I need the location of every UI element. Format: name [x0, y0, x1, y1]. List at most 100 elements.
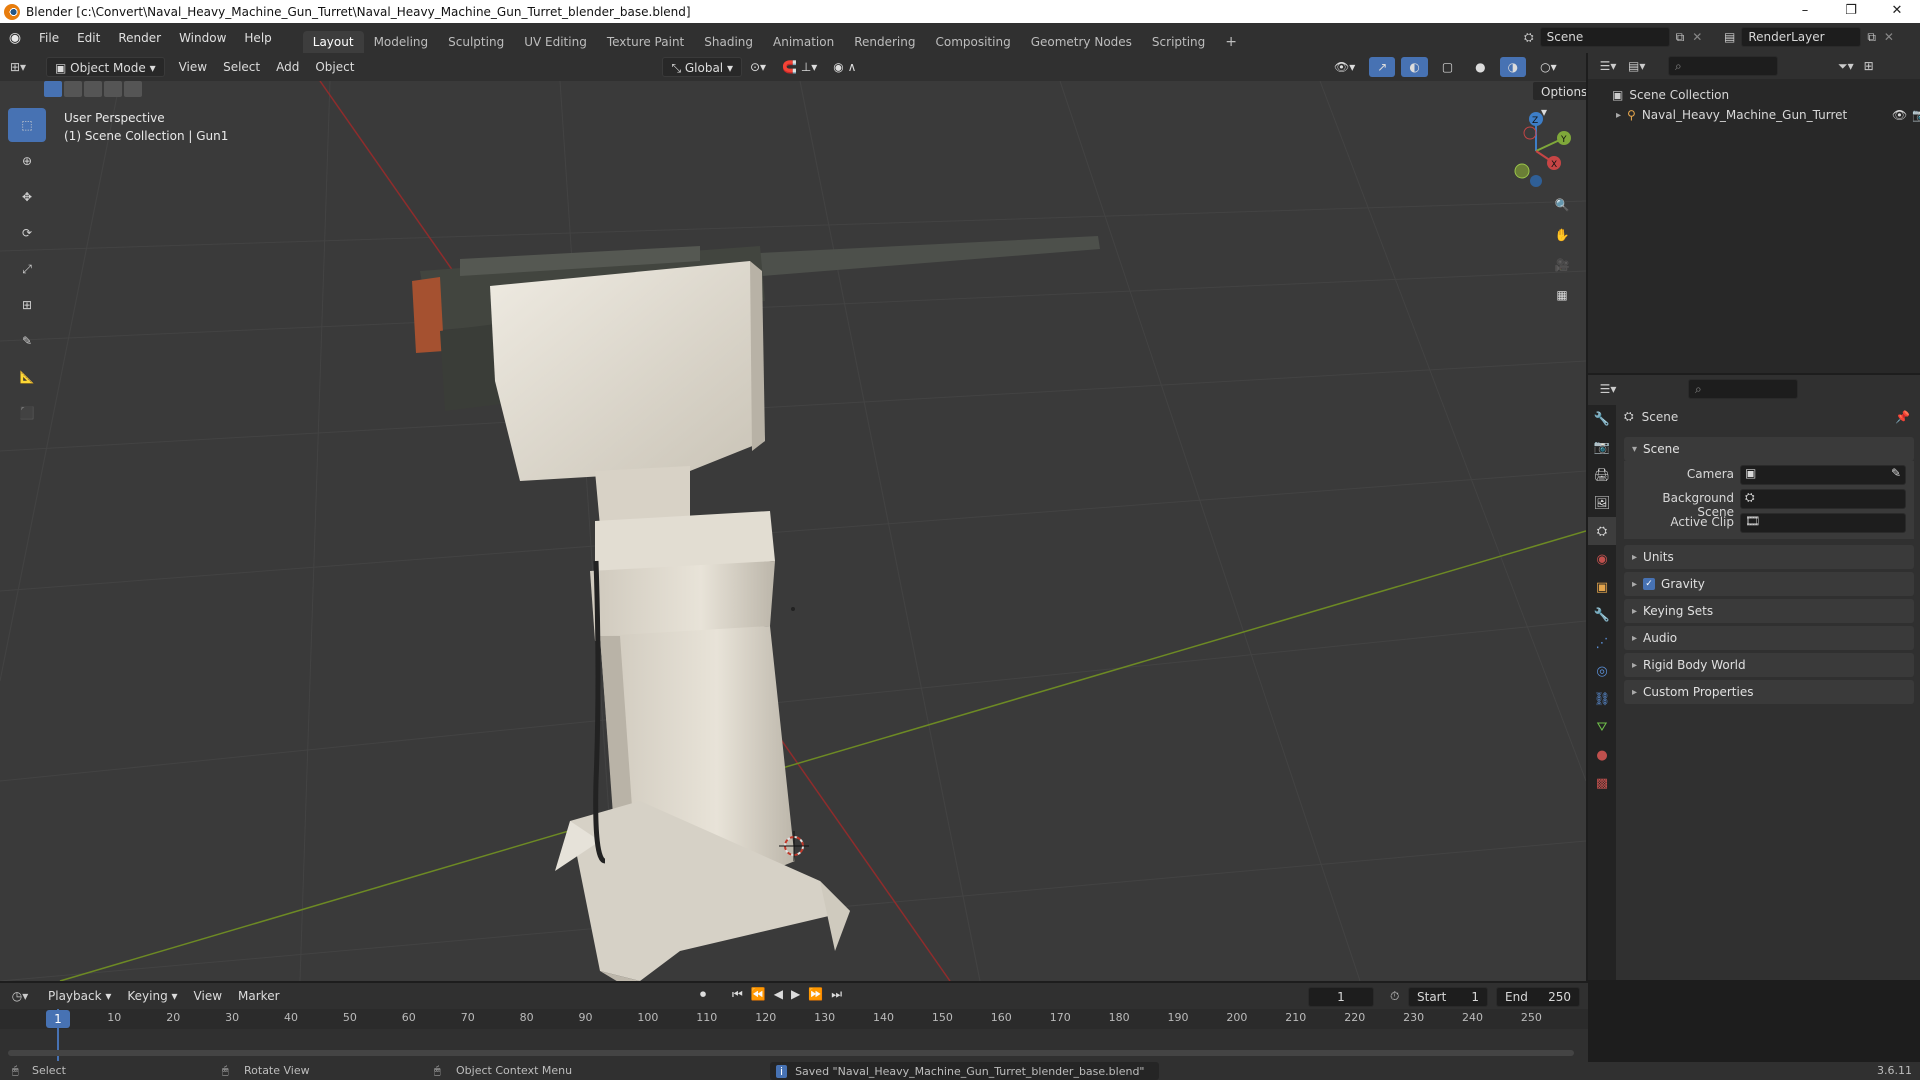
menu-timeline-view[interactable]: View [186, 986, 230, 1006]
options-dropdown[interactable]: Options ▾ [1532, 81, 1586, 119]
properties-editor-icon[interactable]: ☰▾ [1588, 382, 1628, 396]
select-intersect-icon[interactable] [124, 81, 142, 97]
object-tab-icon[interactable]: ▣ [1588, 573, 1616, 601]
outliner-row-turret[interactable]: ▸ ⚲ Naval_Heavy_Machine_Gun_Turret 👁 📷 [1612, 105, 1920, 125]
end-frame-field[interactable]: End 250 [1496, 987, 1580, 1007]
menu-file[interactable]: File [30, 23, 68, 53]
minimize-button[interactable]: – [1782, 0, 1828, 23]
outliner-editor-icon[interactable]: ☰▾ [1588, 59, 1628, 73]
menu-playback[interactable]: Playback ▾ [40, 986, 119, 1006]
menu-edit[interactable]: Edit [68, 23, 109, 53]
data-tab-icon[interactable]: ⛛ [1588, 713, 1616, 741]
tab-compositing[interactable]: Compositing [925, 31, 1020, 53]
new-view-layer-icon[interactable]: ⧉ [1867, 30, 1876, 45]
pan-hand-icon[interactable]: ✋ [1548, 221, 1576, 249]
snap-icon[interactable]: 🧲 ⊥▾ [774, 57, 825, 77]
transform-tool-icon[interactable]: ⊞ [8, 288, 46, 322]
menu-object[interactable]: Object [307, 57, 362, 77]
menu-window[interactable]: Window [170, 23, 235, 53]
display-mode-icon[interactable]: ▤▾ [1628, 59, 1658, 73]
select-extend-icon[interactable] [64, 81, 82, 97]
camera-field[interactable]: ▣ ✎ [1740, 465, 1906, 485]
overlay-toggle-icon[interactable]: ◐ [1401, 57, 1428, 77]
blender-menu-icon[interactable]: ◉ [0, 30, 30, 46]
annotate-tool-icon[interactable]: ✎ [8, 324, 46, 358]
menu-select[interactable]: Select [215, 57, 268, 77]
select-new-icon[interactable] [44, 81, 62, 97]
zoom-icon[interactable]: 🔍 [1548, 191, 1576, 219]
cursor-tool-icon[interactable]: ⊕ [8, 144, 46, 178]
tool-tab-icon[interactable]: 🔧 [1588, 405, 1616, 433]
add-cube-tool-icon[interactable]: ⬛ [8, 396, 46, 430]
tab-animation[interactable]: Animation [763, 31, 844, 53]
properties-search-input[interactable]: ⌕ [1688, 379, 1798, 399]
view-layer-selector[interactable]: ▤ RenderLayer ⧉ ✕ [1724, 27, 1894, 47]
tab-modeling[interactable]: Modeling [364, 31, 439, 53]
gizmo-toggle-icon[interactable]: ↗ [1369, 57, 1396, 77]
play-reverse-icon[interactable]: ◀ [774, 987, 783, 1002]
view-layer-tab-icon[interactable]: 🖼 [1588, 489, 1616, 517]
jump-end-icon[interactable]: ⏭ [831, 987, 842, 1002]
panel-units[interactable]: ▸ Units [1624, 545, 1914, 569]
gravity-checkbox[interactable]: ✓ [1643, 578, 1656, 590]
output-tab-icon[interactable]: 🖨 [1588, 461, 1616, 489]
background-scene-field[interactable]: ⛭ [1740, 489, 1906, 509]
timeline-ruler[interactable]: 10 20 30 40 50 60 70 80 90 100 110 120 130 140 150 160 1… [0, 1009, 1588, 1029]
scene-name-field[interactable]: Scene [1539, 27, 1670, 47]
play-icon[interactable]: ▶ [791, 987, 800, 1002]
next-keyframe-icon[interactable]: ⏩ [808, 987, 823, 1002]
panel-gravity[interactable]: ▸ ✓ Gravity [1624, 572, 1914, 596]
view-layer-field[interactable]: RenderLayer [1741, 27, 1862, 47]
tab-layout[interactable]: Layout [302, 31, 364, 53]
outliner-row-scene-collection[interactable]: ▣ Scene Collection [1612, 85, 1920, 105]
tab-texture-paint[interactable]: Texture Paint [597, 31, 694, 53]
outliner-search-input[interactable]: ⌕ [1668, 56, 1778, 76]
jump-start-icon[interactable]: ⏮ [732, 987, 743, 1002]
perspective-toggle-icon[interactable]: ▦ [1548, 281, 1576, 309]
proportional-edit-icon[interactable]: ◉ ∧ [825, 57, 864, 77]
menu-render[interactable]: Render [109, 23, 170, 53]
render-tab-icon[interactable]: 📷 [1588, 433, 1616, 461]
close-button[interactable]: ✕ [1874, 0, 1920, 23]
pivot-point-icon[interactable]: ⊙▾ [742, 57, 774, 77]
expand-icon[interactable]: ▸ [1616, 110, 1621, 121]
orientation-dropdown[interactable]: ⤡ Global ▾ [662, 57, 742, 77]
rotate-tool-icon[interactable]: ⟳ [8, 216, 46, 250]
filter-icon[interactable]: ⏷▾ [1838, 59, 1854, 74]
prev-keyframe-icon[interactable]: ⏪ [751, 987, 766, 1002]
record-icon[interactable]: ⏺ [700, 987, 706, 1002]
material-tab-icon[interactable]: ● [1588, 741, 1616, 769]
delete-view-layer-icon[interactable]: ✕ [1884, 30, 1894, 44]
editor-type-icon[interactable]: ⊞▾ [0, 60, 36, 74]
timeline-scrollbar[interactable] [8, 1050, 1574, 1056]
tab-scripting[interactable]: Scripting [1142, 31, 1215, 53]
tab-geometry-nodes[interactable]: Geometry Nodes [1021, 31, 1142, 53]
scale-tool-icon[interactable]: ⤢ [8, 252, 46, 286]
select-invert-icon[interactable] [104, 81, 122, 97]
measure-tool-icon[interactable]: 📐 [8, 360, 46, 394]
tab-rendering[interactable]: Rendering [844, 31, 925, 53]
add-workspace-button[interactable]: + [1215, 31, 1247, 53]
camera-view-icon[interactable]: 🎥 [1548, 251, 1576, 279]
active-clip-field[interactable]: 🎞 [1740, 513, 1906, 533]
eyedropper-icon[interactable]: ✎ [1891, 466, 1901, 480]
select-box-tool-icon[interactable]: ⬚ [8, 108, 46, 142]
scene-selector[interactable]: ⛭ Scene ⧉ ✕ [1524, 27, 1702, 47]
navigation-gizmo[interactable]: Z Y X [1496, 111, 1576, 191]
menu-marker[interactable]: Marker [230, 986, 287, 1006]
scene-tab-icon[interactable]: ⛭ [1588, 517, 1616, 545]
timeline-editor-icon[interactable]: ◷▾ [0, 989, 40, 1003]
mode-dropdown[interactable]: ▣ Object Mode ▾ [46, 57, 165, 77]
panel-scene-header[interactable]: ▾ Scene [1624, 437, 1914, 461]
new-collection-icon[interactable]: ⊞ [1864, 59, 1874, 73]
panel-keying-sets[interactable]: ▸ Keying Sets [1624, 599, 1914, 623]
delete-scene-icon[interactable]: ✕ [1692, 30, 1702, 44]
world-tab-icon[interactable]: ◉ [1588, 545, 1616, 573]
shading-material-icon[interactable]: ◑ [1499, 57, 1527, 77]
panel-custom-properties[interactable]: ▸ Custom Properties [1624, 680, 1914, 704]
tab-uv-editing[interactable]: UV Editing [514, 31, 597, 53]
particles-tab-icon[interactable]: ⋰ [1588, 629, 1616, 657]
visibility-icon[interactable]: 👁▾ [1326, 57, 1363, 77]
start-frame-field[interactable]: Start 1 [1408, 987, 1488, 1007]
render-camera-icon[interactable]: 📷 [1912, 108, 1920, 122]
